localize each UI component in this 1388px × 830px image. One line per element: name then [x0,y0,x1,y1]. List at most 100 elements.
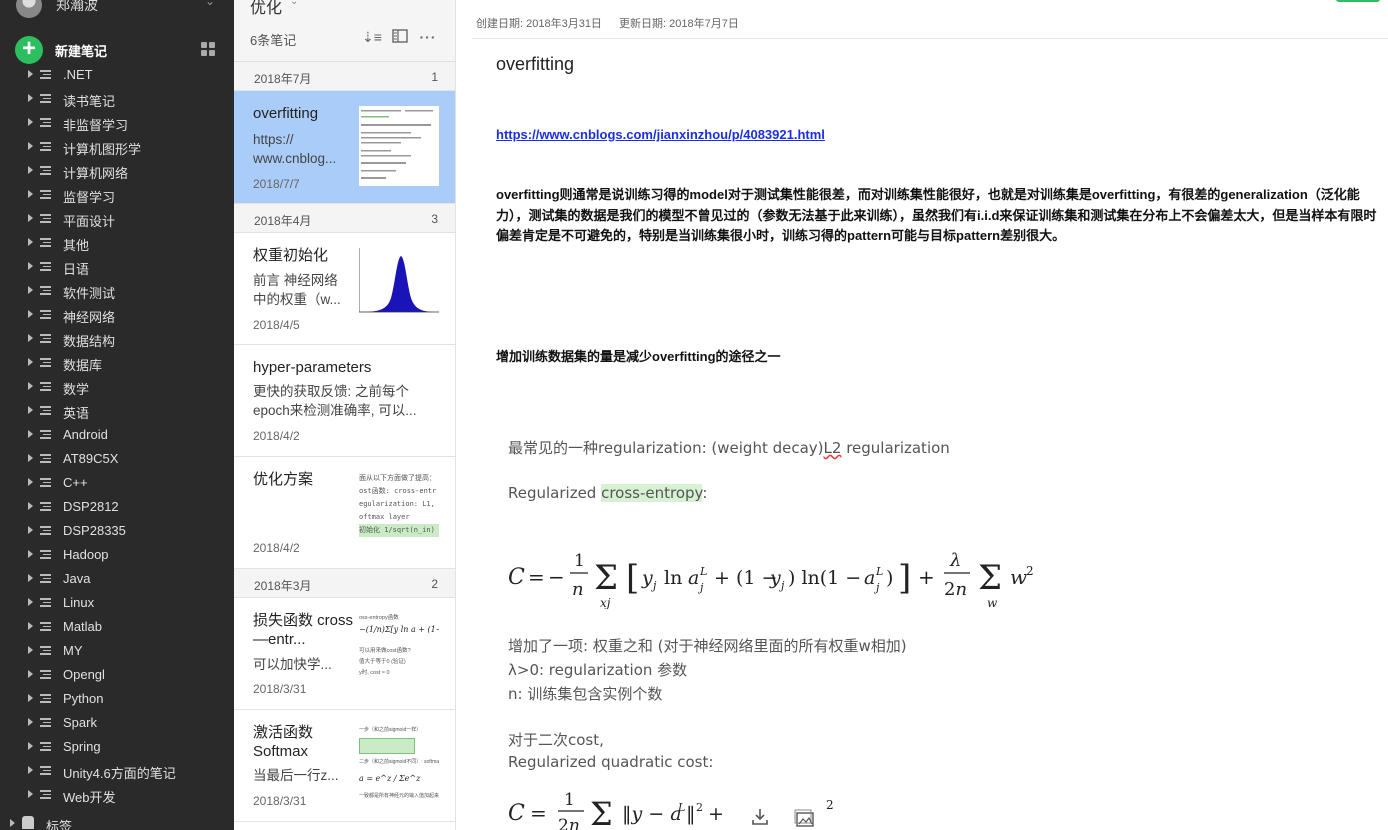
svg-text:Σ: Σ [594,558,618,598]
avatar[interactable] [16,0,42,18]
sidebar-item-notebook[interactable]: 计算机图形学 [0,135,234,159]
note-item[interactable]: hyper-parameters 更快的获取反馈: 之前每个epoch来检测准确… [234,345,455,457]
sidebar-item-notebook[interactable]: Linux [0,591,234,615]
note-item[interactable]: 激活函数 Softmax 当最后一行z... 2018/3/31 一步（和之前s… [234,710,455,822]
note-item[interactable]: 权重初始化 前言 神经网络中的权重（w... 2018/4/5 [234,233,455,345]
expand-arrow-icon[interactable] [28,598,33,606]
sidebar-item-notebook[interactable]: 英语 [0,399,234,423]
sidebar-item-notebook[interactable]: 软件测试 [0,279,234,303]
sidebar-item-notebook[interactable]: 监督学习 [0,183,234,207]
note-title-field[interactable]: overfitting [496,54,574,75]
sidebar-item-notebook[interactable]: MY [0,639,234,663]
body-paragraph[interactable]: 增加训练数据集的量是减少overfitting的途径之一 [496,346,781,365]
expand-arrow-icon[interactable] [28,550,33,558]
share-button[interactable] [1336,0,1380,2]
notebook-icon [40,502,51,512]
sidebar-item-notebook[interactable]: 非监督学习 [0,111,234,135]
date-group-header: 2018年7月 1 [234,62,455,91]
note-item[interactable]: overfitting https:// www.cnblog... 2018/… [234,91,455,204]
sidebar-item-notebook[interactable]: DSP2812 [0,495,234,519]
sidebar-item-notebook[interactable]: Spark [0,711,234,735]
grid-icon[interactable] [201,42,215,56]
download-icon[interactable] [750,807,770,827]
note-item[interactable]: 损失函数 cross—entr... 可以加快学... 2018/3/31 os… [234,598,455,710]
note-snippet: 当最后一行z... [253,768,339,783]
sidebar-item-notebook[interactable]: 计算机网络 [0,159,234,183]
sidebar-item-notebook[interactable]: C++ [0,471,234,495]
sidebar-item-notebook[interactable]: 读书笔记 [0,87,234,111]
expand-arrow-icon[interactable] [28,142,33,150]
more-icon[interactable]: ··· [419,28,437,46]
created-date: 创建日期: 2018年3月31日 [476,18,602,30]
expand-arrow-icon[interactable] [28,334,33,342]
expand-arrow-icon[interactable] [28,190,33,198]
expand-arrow-icon[interactable] [28,718,33,726]
expand-arrow-icon[interactable] [28,790,33,798]
note-snippet: 更快的获取反馈: 之前每个epoch来检测准确率, 可以... [253,384,417,418]
sidebar-item-notebook[interactable]: 数学 [0,375,234,399]
expand-arrow-icon[interactable] [28,382,33,390]
svg-text:C: C [508,801,525,826]
notebook-icon [40,526,51,536]
chevron-down-icon[interactable]: ⌄ [205,0,215,8]
sidebar-item-notebook[interactable]: 神经网络 [0,303,234,327]
expand-arrow-icon[interactable] [28,70,33,78]
sidebar-item-notebook[interactable]: 数据结构 [0,327,234,351]
expand-arrow-icon[interactable] [28,310,33,318]
expand-arrow-icon[interactable] [28,262,33,270]
expand-arrow-icon[interactable] [28,670,33,678]
expand-arrow-icon[interactable] [28,646,33,654]
expand-arrow-icon[interactable] [28,742,33,750]
note-item[interactable] [234,822,455,830]
sidebar-item-tags[interactable]: 标签 [0,812,234,830]
expand-arrow-icon[interactable] [28,766,33,774]
expand-arrow-icon[interactable] [28,526,33,534]
expand-arrow-icon[interactable] [28,574,33,582]
note-thumbnail: 一步（和之前sigmoid一样） 二步（和之前sigmoid不同）: softm… [359,725,439,805]
user-account[interactable]: 郑瀚波 [16,0,98,20]
sidebar-item-notebook[interactable]: 其他 [0,231,234,255]
new-note-button[interactable]: + 新建笔记 [15,36,107,64]
sidebar-item-notebook[interactable]: Matlab [0,615,234,639]
sidebar-item-notebook[interactable]: Web开发 [0,783,234,807]
external-link[interactable]: https://www.cnblogs.com/jianxinzhou/p/40… [496,127,825,142]
expand-arrow-icon[interactable] [28,238,33,246]
sidebar-item-notebook[interactable]: Spring [0,735,234,759]
sidebar-item-notebook[interactable]: Java [0,567,234,591]
sidebar-item-notebook[interactable]: .NET [0,63,234,87]
sort-icon[interactable]: ⇣≡ [362,28,382,46]
notebook-title[interactable]: 优化 [250,0,282,18]
expand-arrow-icon[interactable] [28,166,33,174]
expand-arrow-icon[interactable] [28,118,33,126]
svg-text:w: w [987,596,998,609]
sidebar-item-notebook[interactable]: Android [0,423,234,447]
expand-arrow-icon[interactable] [28,286,33,294]
sidebar-item-notebook[interactable]: Opengl [0,663,234,687]
expand-arrow-icon[interactable] [28,214,33,222]
embedded-image[interactable]: 最常见的一种regularization: (weight decay)L2 r… [500,427,1060,830]
expand-arrow-icon[interactable] [28,94,33,102]
sidebar-item-notebook[interactable]: 数据库 [0,351,234,375]
expand-arrow-icon[interactable] [28,478,33,486]
sidebar-item-notebook[interactable]: 平面设计 [0,207,234,231]
expand-arrow-icon[interactable] [28,502,33,510]
sidebar-item-notebook[interactable]: Hadoop [0,543,234,567]
sidebar-item-notebook[interactable]: AT89C5X [0,447,234,471]
note-item[interactable]: 优化方案 2018/4/2 面从以下方面做了提高： ost函数: cross-e… [234,457,455,569]
chevron-down-icon[interactable]: ⌄ [290,0,298,7]
expand-arrow-icon[interactable] [28,694,33,702]
body-paragraph[interactable]: overfitting则通常是说训练习得的model对于测试集性能很差，而对训练… [496,185,1386,247]
expand-arrow-icon[interactable] [28,406,33,414]
sidebar-item-label: 监督学习 [63,190,116,205]
view-options-icon[interactable] [391,28,409,46]
image-icon[interactable] [794,808,814,828]
sidebar-item-notebook[interactable]: 日语 [0,255,234,279]
sidebar-item-notebook[interactable]: Unity4.6方面的笔记 [0,759,234,783]
expand-arrow-icon[interactable] [28,358,33,366]
expand-arrow-icon[interactable] [10,819,15,827]
sidebar-item-notebook[interactable]: DSP28335 [0,519,234,543]
expand-arrow-icon[interactable] [28,622,33,630]
expand-arrow-icon[interactable] [28,430,33,438]
sidebar-item-notebook[interactable]: Python [0,687,234,711]
expand-arrow-icon[interactable] [28,454,33,462]
